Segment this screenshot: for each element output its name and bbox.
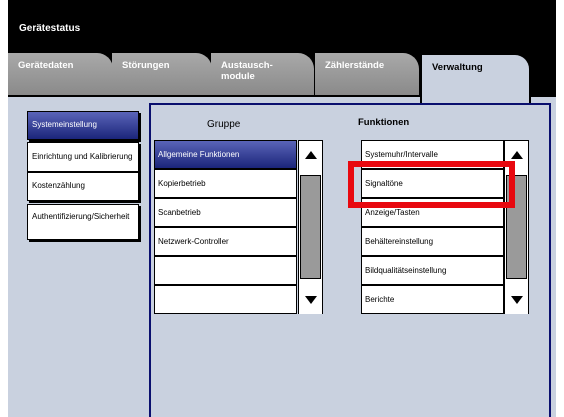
function-item-label: Berichte (365, 295, 395, 304)
scroll-down-button[interactable] (505, 286, 528, 314)
tab-verwaltung[interactable]: Verwaltung (420, 53, 531, 105)
page-title: Gerätestatus (19, 23, 81, 34)
tab-label: Zählerstände (325, 60, 385, 71)
function-item-label: Bildqualitätseinstellung (365, 266, 447, 275)
sidebar-item-label: Einrichtung und Kalibrierung (32, 151, 133, 161)
group-item-empty[interactable] (154, 285, 297, 314)
group-item-label: Scanbetrieb (158, 208, 201, 217)
group-item-label: Allgemeine Funktionen (158, 150, 240, 159)
sidebar-item-kostenzaehlung[interactable]: Kostenzählung (27, 172, 139, 201)
sidebar-item-label: Systemeinstellung (32, 120, 97, 130)
tab-label: Gerätedaten (18, 60, 74, 71)
tab-label: Störungen (122, 60, 170, 71)
function-item-label: Systemuhr/Intervalle (365, 150, 438, 159)
tab-geraetedaten[interactable]: Gerätedaten (8, 53, 113, 95)
arrow-down-icon (304, 296, 317, 304)
group-item-empty[interactable] (154, 256, 297, 285)
group-item-scanbetrieb[interactable]: Scanbetrieb (154, 198, 297, 227)
sidebar-item-systemeinstellung[interactable]: Systemeinstellung (27, 111, 139, 140)
function-item-berichte[interactable]: Berichte (361, 285, 504, 314)
scroll-up-button[interactable] (299, 141, 322, 169)
sidebar-item-authentifizierung[interactable]: Authentifizierung/Sicherheit (27, 204, 139, 240)
tab-label: Austausch- module (221, 60, 273, 82)
function-item-bildqualitaetseinstellung[interactable]: Bildqualitätseinstellung (361, 256, 504, 285)
functions-header: Funktionen (358, 117, 410, 128)
tab-zaehlerstaende[interactable]: Zählerstände (315, 53, 419, 95)
sidebar-item-einrichtung[interactable]: Einrichtung und Kalibrierung (27, 142, 139, 172)
tab-stoerungen[interactable]: Störungen (112, 53, 212, 95)
group-item-allgemeine-funktionen[interactable]: Allgemeine Funktionen (154, 140, 297, 169)
scroll-thumb[interactable] (300, 175, 321, 279)
tab-label: Verwaltung (432, 62, 483, 73)
group-item-label: Netzwerk-Controller (158, 237, 229, 246)
sidebar-item-label: Authentifizierung/Sicherheit (32, 212, 130, 221)
function-item-behaeltereinstellung[interactable]: Behältereinstellung (361, 227, 504, 256)
group-scrollbar[interactable] (298, 140, 323, 314)
group-header: Gruppe (207, 119, 241, 130)
highlight-box (348, 161, 515, 208)
tab-austauschmodule[interactable]: Austausch- module (211, 53, 314, 95)
arrow-up-icon (510, 151, 523, 159)
function-item-label: Anzeige/Tasten (365, 208, 420, 217)
group-item-label: Kopierbetrieb (158, 179, 206, 188)
group-item-netzwerk-controller[interactable]: Netzwerk-Controller (154, 227, 297, 256)
group-item-kopierbetrieb[interactable]: Kopierbetrieb (154, 169, 297, 198)
arrow-up-icon (304, 151, 317, 159)
sidebar-item-label: Kostenzählung (32, 181, 85, 191)
scroll-down-button[interactable] (299, 286, 322, 314)
arrow-down-icon (510, 296, 523, 304)
function-item-label: Behältereinstellung (365, 237, 434, 246)
